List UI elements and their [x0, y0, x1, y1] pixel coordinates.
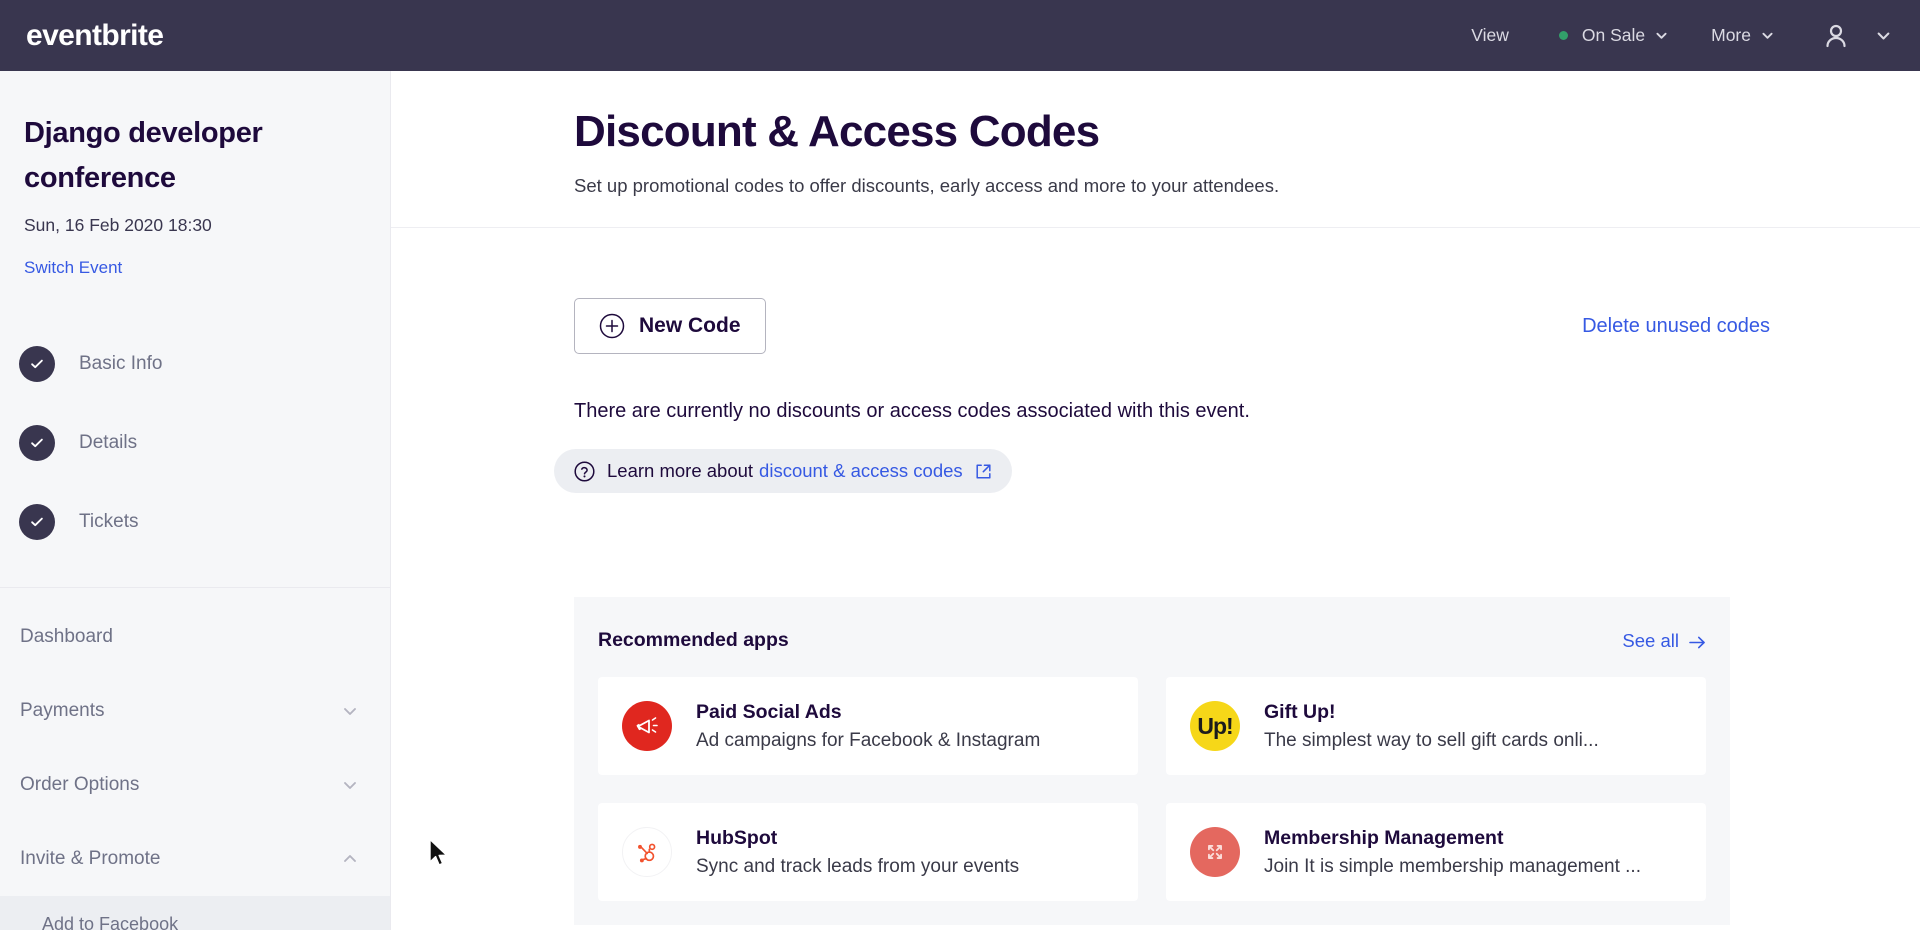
eventbrite-logo[interactable]: eventbrite — [26, 19, 164, 53]
learn-more-pill[interactable]: Learn more about discount & access codes — [554, 449, 1012, 493]
sidebar-item-label: Details — [79, 431, 138, 453]
sidebar-item-label: Basic Info — [79, 352, 163, 374]
question-circle-icon — [574, 460, 595, 482]
sidebar-item-tickets[interactable]: Tickets — [0, 482, 390, 561]
sidebar-item-details[interactable]: Details — [0, 403, 390, 482]
gift-up-logo-text: Up! — [1197, 712, 1233, 739]
chevron-down-icon — [1877, 29, 1890, 42]
gift-up-logo-icon: Up! — [1190, 701, 1240, 751]
app-text: Paid Social Ads Ad campaigns for Faceboo… — [696, 701, 1040, 752]
app-card-paid-social-ads[interactable]: Paid Social Ads Ad campaigns for Faceboo… — [598, 677, 1138, 775]
top-navigation-bar: eventbrite View On Sale More — [0, 0, 1920, 71]
page-subtitle: Set up promotional codes to offer discou… — [574, 175, 1280, 196]
account-menu[interactable] — [1795, 0, 1920, 71]
delete-unused-codes-link[interactable]: Delete unused codes — [1582, 315, 1770, 338]
arrow-right-icon — [1689, 633, 1706, 649]
recommended-apps-grid: Paid Social Ads Ad campaigns for Faceboo… — [598, 677, 1706, 901]
more-label: More — [1711, 25, 1751, 45]
check-circle-icon — [19, 503, 55, 540]
content-body: New Code Delete unused codes There are c… — [391, 298, 1920, 925]
app-root: eventbrite View On Sale More Django deve… — [0, 0, 1920, 930]
sidebar-item-add-to-facebook[interactable]: Add to Facebook — [0, 896, 390, 930]
recommended-apps-panel: Recommended apps See all Paid Social Ads… — [574, 597, 1730, 925]
view-label: View — [1471, 25, 1509, 45]
sidebar-item-label: Order Options — [20, 774, 140, 795]
app-card-membership-management[interactable]: Membership Management Join It is simple … — [1166, 803, 1706, 901]
chevron-down-icon — [1762, 30, 1773, 41]
app-text: Membership Management Join It is simple … — [1264, 827, 1641, 878]
megaphone-icon — [622, 701, 672, 751]
app-name: HubSpot — [696, 826, 778, 849]
main-content: Discount & Access Codes Set up promotion… — [391, 71, 1920, 930]
page-header: Discount & Access Codes Set up promotion… — [391, 71, 1920, 228]
recommended-apps-title: Recommended apps — [598, 629, 789, 651]
app-card-gift-up[interactable]: Up! Gift Up! The simplest way to sell gi… — [1166, 677, 1706, 775]
setup-steps: Basic Info Details Tickets — [0, 324, 390, 588]
empty-state-message: There are currently no discounts or acce… — [574, 400, 1250, 422]
see-all-label: See all — [1622, 629, 1679, 651]
app-description: The simplest way to sell gift cards onli… — [1264, 729, 1599, 751]
sidebar-item-invite-and-promote[interactable]: Invite & Promote — [0, 822, 390, 896]
app-text: Gift Up! The simplest way to sell gift c… — [1264, 701, 1599, 752]
new-code-button[interactable]: New Code — [574, 298, 766, 354]
sidebar-item-dashboard[interactable]: Dashboard — [0, 600, 390, 674]
sidebar-nav: Dashboard Payments Order Options Invite … — [0, 588, 390, 930]
sidebar-item-label: Invite & Promote — [20, 848, 161, 869]
on-sale-label: On Sale — [1581, 25, 1646, 45]
recommended-apps-header: Recommended apps See all — [598, 629, 1706, 652]
sidebar-item-label: Dashboard — [20, 626, 113, 647]
more-menu-dropdown[interactable]: More — [1689, 0, 1795, 71]
check-circle-icon — [19, 424, 55, 461]
membership-arrows-icon — [1190, 827, 1240, 877]
event-date: Sun, 16 Feb 2020 18:30 — [24, 215, 212, 235]
external-link-icon — [975, 463, 992, 480]
check-circle-icon — [19, 345, 55, 382]
app-name: Gift Up! — [1264, 700, 1336, 723]
see-all-apps-link[interactable]: See all — [1622, 630, 1706, 652]
status-dot-icon — [1558, 31, 1568, 40]
plus-circle-icon — [599, 313, 625, 339]
page-title: Discount & Access Codes — [574, 107, 1100, 156]
app-description: Join It is simple membership management … — [1264, 855, 1641, 877]
app-text: HubSpot Sync and track leads from your e… — [696, 827, 1019, 878]
user-avatar-icon — [1823, 23, 1849, 49]
learn-more-prefix: Learn more about — [607, 460, 754, 481]
sidebar-item-label: Tickets — [79, 510, 139, 532]
app-description: Ad campaigns for Facebook & Instagram — [696, 729, 1041, 751]
discount-access-codes-link[interactable]: discount & access codes — [759, 460, 963, 482]
actions-row: New Code Delete unused codes — [574, 298, 1770, 354]
app-description: Sync and track leads from your events — [696, 855, 1020, 877]
sidebar-item-payments[interactable]: Payments — [0, 674, 390, 748]
event-title: Django developer conference — [24, 117, 263, 194]
sidebar-subitem-label: Add to Facebook — [42, 913, 179, 930]
view-button[interactable]: View — [1449, 0, 1537, 71]
sidebar-item-basic-info[interactable]: Basic Info — [0, 324, 390, 403]
app-name: Paid Social Ads — [696, 700, 842, 723]
chevron-down-icon — [342, 777, 358, 793]
sidebar-item-label: Payments — [20, 700, 105, 721]
sidebar-item-order-options[interactable]: Order Options — [0, 748, 390, 822]
switch-event-link[interactable]: Switch Event — [24, 258, 122, 278]
app-card-hubspot[interactable]: HubSpot Sync and track leads from your e… — [598, 803, 1138, 901]
app-name: Membership Management — [1264, 826, 1504, 849]
chevron-down-icon — [1656, 30, 1667, 41]
on-sale-status-dropdown[interactable]: On Sale — [1537, 0, 1689, 71]
chevron-up-icon — [342, 851, 358, 867]
chevron-down-icon — [342, 703, 358, 719]
hubspot-sprocket-icon — [622, 827, 672, 877]
top-nav-items: View On Sale More — [1449, 0, 1920, 71]
sidebar: Django developer conference Sun, 16 Feb … — [0, 71, 391, 930]
new-code-label: New Code — [639, 314, 741, 337]
